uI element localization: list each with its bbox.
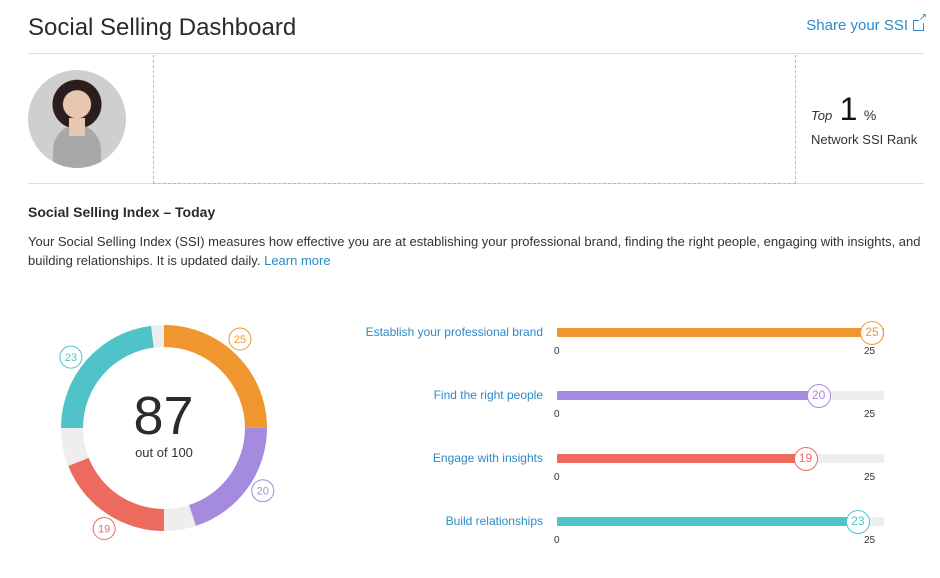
donut-value-label: 23 bbox=[59, 345, 83, 369]
component-bar-fill bbox=[557, 391, 819, 400]
component-label[interactable]: Engage with insights bbox=[345, 451, 543, 465]
learn-more-link[interactable]: Learn more bbox=[264, 253, 330, 268]
rank-top-label: Top bbox=[811, 108, 833, 123]
network-rank: Top 1 % Network SSI Rank bbox=[811, 91, 931, 147]
svg-text:19: 19 bbox=[98, 524, 110, 536]
component-label[interactable]: Establish your professional brand bbox=[345, 325, 543, 339]
component-row: Engage with insights 19 0 25 bbox=[345, 444, 905, 484]
external-link-icon[interactable] bbox=[913, 13, 927, 31]
component-value-bubble: 23 bbox=[845, 510, 870, 534]
component-row: Find the right people 20 0 25 bbox=[345, 381, 905, 421]
donut-value-label: 25 bbox=[228, 327, 252, 351]
component-label[interactable]: Find the right people bbox=[345, 388, 543, 402]
ssi-description: Your Social Selling Index (SSI) measures… bbox=[28, 232, 923, 270]
component-value-bubble: 25 bbox=[860, 321, 884, 345]
scale-max-label: 25 bbox=[864, 472, 876, 483]
component-row: Establish your professional brand 25 0 25 bbox=[345, 318, 905, 358]
ssi-donut-chart: 25 20 19 23 87 out of 100 bbox=[30, 312, 280, 572]
scale-min-label: 0 bbox=[554, 409, 560, 420]
component-value-bubble: 20 bbox=[806, 384, 831, 408]
component-bar-track: 23 bbox=[557, 510, 884, 534]
scale-min-label: 0 bbox=[554, 346, 560, 357]
component-bar-track: 19 bbox=[557, 447, 884, 471]
donut-value-label: 20 bbox=[251, 479, 275, 503]
share-ssi-label[interactable]: Share your SSI bbox=[806, 17, 908, 34]
scale-min-label: 0 bbox=[554, 472, 560, 483]
rank-percent: % bbox=[863, 107, 877, 123]
svg-text:20: 20 bbox=[257, 486, 269, 498]
scale-max-label: 25 bbox=[864, 409, 876, 420]
scale-max-label: 25 bbox=[864, 346, 876, 357]
component-bar-track: 25 bbox=[557, 321, 884, 345]
ssi-score: 87 bbox=[133, 386, 194, 446]
donut-segment[interactable] bbox=[68, 457, 164, 531]
rank-caption: Network SSI Rank bbox=[811, 132, 918, 147]
scale-min-label: 0 bbox=[554, 535, 560, 546]
scale-max-label: 25 bbox=[864, 535, 876, 546]
component-bar-fill bbox=[557, 517, 858, 526]
share-ssi-link[interactable]: Share your SSI bbox=[806, 13, 927, 34]
component-bar-fill bbox=[557, 454, 806, 463]
svg-text:25: 25 bbox=[234, 334, 246, 346]
profile-row: Top 1 % Network SSI Rank bbox=[28, 55, 924, 184]
avatar[interactable] bbox=[28, 70, 126, 168]
content-placeholder bbox=[153, 55, 796, 184]
component-bar-fill bbox=[557, 328, 884, 337]
svg-text:23: 23 bbox=[65, 352, 77, 364]
ssi-section-title: Social Selling Index – Today bbox=[28, 204, 216, 220]
page-header: Social Selling Dashboard Share your SSI bbox=[28, 0, 927, 54]
rank-value: 1 bbox=[839, 91, 858, 127]
component-value-bubble: 19 bbox=[793, 447, 818, 471]
donut-value-label: 19 bbox=[92, 517, 116, 541]
component-bar-track: 20 bbox=[557, 384, 884, 408]
page-title: Social Selling Dashboard bbox=[28, 14, 297, 41]
component-row: Build relationships 23 0 25 bbox=[345, 507, 905, 547]
component-bars: Establish your professional brand 25 0 25 Fi… bbox=[345, 318, 905, 558]
ssi-score-caption: out of 100 bbox=[135, 445, 193, 460]
ssi-description-text: Your Social Selling Index (SSI) measures… bbox=[28, 234, 921, 268]
component-label[interactable]: Build relationships bbox=[345, 514, 543, 528]
